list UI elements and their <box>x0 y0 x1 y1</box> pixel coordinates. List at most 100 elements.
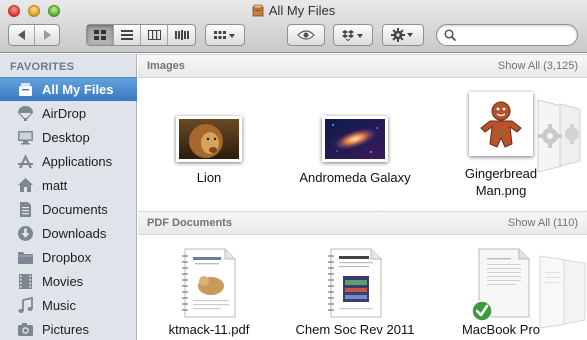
forward-arrow-icon <box>44 30 51 40</box>
lion-image <box>179 119 239 159</box>
eye-icon <box>297 30 315 40</box>
sidebar-item-label: Pictures <box>42 321 89 337</box>
gear-icon <box>391 28 413 42</box>
file-name: ktmack-11.pdf <box>168 322 250 337</box>
search-field[interactable] <box>436 24 578 46</box>
sidebar-item-label: All My Files <box>42 82 114 97</box>
pdf-thumbnail <box>182 248 236 318</box>
sidebar-item-home[interactable]: matt <box>0 173 137 197</box>
window-title: All My Files <box>0 3 587 19</box>
file-item-andromeda-galaxy[interactable]: Andromeda Galaxy <box>282 116 428 186</box>
documents-icon <box>20 201 31 217</box>
back-arrow-icon <box>17 30 25 40</box>
show-all-link[interactable]: Show All (3,125) <box>498 60 578 72</box>
file-name: MacBook Pro <box>461 322 541 337</box>
forward-button[interactable] <box>35 25 59 45</box>
arrange-menu-button[interactable] <box>205 24 245 46</box>
list-view-icon <box>121 30 133 40</box>
file-browser: Images Show All (3,125) Lion Andromeda G… <box>138 54 587 340</box>
list-view-button[interactable] <box>114 25 141 45</box>
desktop-icon <box>18 130 33 144</box>
section-title: PDF Documents <box>147 217 232 229</box>
pdf-section-header: PDF Documents Show All (110) <box>138 211 587 235</box>
icon-view-icon <box>94 30 106 40</box>
file-name: Gingerbread <box>464 166 538 181</box>
applications-icon <box>18 153 33 168</box>
movies-icon <box>19 273 32 289</box>
pictures-icon <box>18 322 33 336</box>
sidebar-item-label: matt <box>42 177 68 193</box>
sidebar-item-airdrop[interactable]: AirDrop <box>0 101 137 125</box>
more-images-stack[interactable] <box>536 94 587 174</box>
file-name-line2: Man.png <box>475 183 527 198</box>
sidebar-item-dropbox[interactable]: Dropbox <box>0 245 137 269</box>
action-menu-cell <box>383 25 423 45</box>
sidebar-item-label: Documents <box>42 201 108 217</box>
cover-flow-button[interactable] <box>168 25 195 45</box>
music-icon <box>18 296 33 313</box>
sidebar-item-label: Downloads <box>42 225 107 241</box>
sidebar-item-downloads[interactable]: Downloads <box>0 221 137 245</box>
quick-look-button[interactable] <box>287 24 325 46</box>
section-title: Images <box>147 60 185 72</box>
sidebar-item-all-my-files[interactable]: All My Files <box>0 77 137 101</box>
file-item-chem-soc-rev[interactable]: Chem Soc Rev 2011 <box>282 248 428 338</box>
gear-stack-icon <box>537 99 581 173</box>
dropbox-menu-button[interactable] <box>333 24 373 46</box>
gingerbread-thumbnail <box>469 92 533 156</box>
sidebar-item-label: Desktop <box>42 129 90 145</box>
file-name: Andromeda Galaxy <box>299 170 411 185</box>
show-all-link[interactable]: Show All (110) <box>508 217 578 229</box>
galaxy-thumbnail <box>322 116 388 162</box>
all-files-icon <box>252 4 264 17</box>
arrange-menu-cell <box>206 25 244 45</box>
quick-look-cell <box>288 25 324 45</box>
sidebar-item-music[interactable]: Music <box>0 293 137 317</box>
galaxy-image <box>325 119 385 159</box>
cover-flow-icon <box>174 30 189 40</box>
sidebar: FAVORITES All My Files AirDrop Desktop A… <box>0 54 137 340</box>
sidebar-item-label: AirDrop <box>42 105 87 121</box>
dropbox-icon <box>342 30 363 41</box>
file-item-lion[interactable]: Lion <box>158 116 260 186</box>
column-view-icon <box>147 30 161 40</box>
view-mode-control <box>86 24 196 46</box>
navigation-buttons <box>8 24 60 46</box>
sidebar-item-movies[interactable]: Movies <box>0 269 137 293</box>
more-pdfs-stack[interactable] <box>538 252 587 332</box>
checkmark-badge-icon <box>471 300 493 322</box>
home-icon <box>18 177 33 192</box>
icon-view-button[interactable] <box>87 25 114 45</box>
sidebar-item-pictures[interactable]: Pictures <box>0 317 137 340</box>
downloads-icon <box>18 225 33 241</box>
folder-icon <box>18 251 33 264</box>
column-view-button[interactable] <box>141 25 168 45</box>
dropbox-menu-cell <box>334 25 372 45</box>
pdf-thumbnail <box>328 248 382 318</box>
sidebar-heading: FAVORITES <box>10 61 75 73</box>
sidebar-item-desktop[interactable]: Desktop <box>0 125 137 149</box>
sidebar-item-applications[interactable]: Applications <box>0 149 137 173</box>
lion-thumbnail <box>176 116 242 162</box>
gingerbread-image <box>472 95 530 153</box>
window-title-text: All My Files <box>268 3 336 18</box>
file-item-ktmack-pdf[interactable]: ktmack-11.pdf <box>158 248 260 338</box>
action-menu-button[interactable] <box>382 24 424 46</box>
all-files-icon <box>19 83 32 96</box>
file-item-macbook-pro[interactable]: MacBook Pro <box>456 248 546 338</box>
file-name: Chem Soc Rev 2011 <box>295 322 415 337</box>
sidebar-item-documents[interactable]: Documents <box>0 197 137 221</box>
back-button[interactable] <box>9 25 35 45</box>
sidebar-item-label: Dropbox <box>42 249 92 265</box>
file-name: Lion <box>196 170 222 185</box>
pdf-stack-icon <box>539 255 586 329</box>
images-section-header: Images Show All (3,125) <box>138 54 587 78</box>
arrange-grid-icon <box>214 31 235 39</box>
airdrop-icon <box>18 105 33 121</box>
file-item-gingerbread-man[interactable]: Gingerbread Man.png <box>456 92 546 199</box>
sidebar-item-label: Music <box>42 297 76 313</box>
sidebar-item-label: Movies <box>42 273 84 289</box>
search-icon <box>444 29 456 41</box>
sidebar-item-label: Applications <box>42 153 113 169</box>
pdf-thumbnail <box>471 248 530 322</box>
